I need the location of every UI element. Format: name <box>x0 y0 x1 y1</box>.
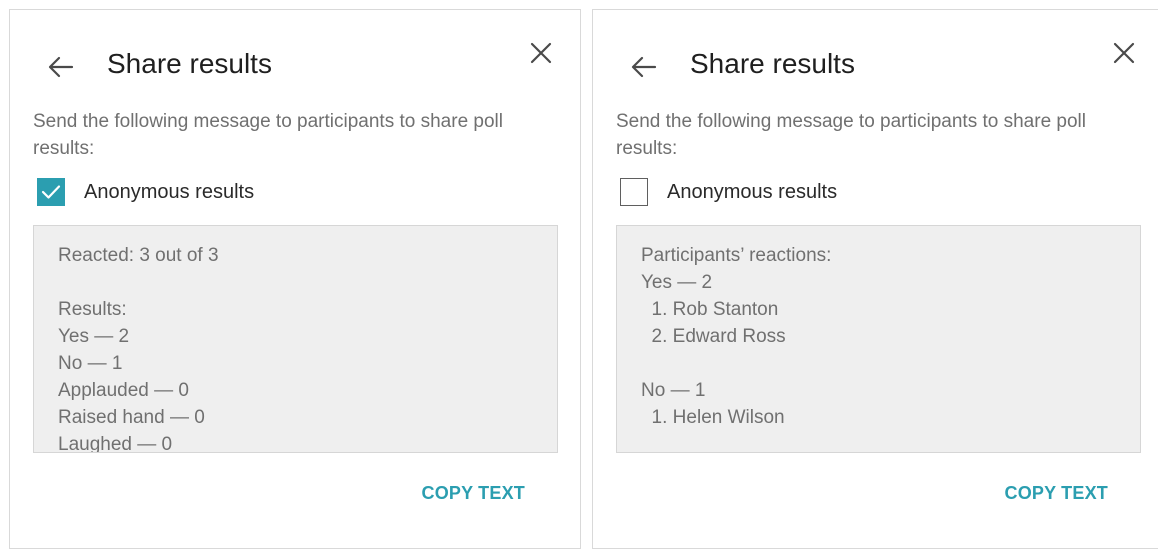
dialog-title: Share results <box>107 48 272 79</box>
message-line: Participants’ reactions: <box>641 245 832 266</box>
arrow-left-icon <box>48 56 74 78</box>
message-preview[interactable]: Reacted: 3 out of 3 Results: Yes — 2 No … <box>33 225 558 453</box>
back-button[interactable] <box>46 52 76 82</box>
share-results-dialog-anonymous: Share results Send the following message… <box>9 9 581 549</box>
message-line: Laughed — 0 <box>58 434 173 453</box>
share-results-dialog-named: Share results Send the following message… <box>592 9 1158 549</box>
message-line: No — 1 <box>641 380 706 401</box>
close-icon <box>1113 42 1135 64</box>
dialog-description: Send the following message to participan… <box>33 111 503 159</box>
copy-text-button[interactable]: COPY TEXT <box>1005 483 1109 504</box>
message-preview[interactable]: Participants’ reactions: Yes — 2 1. Rob … <box>616 225 1141 453</box>
message-line: Results: <box>58 299 127 320</box>
message-line: 1. Rob Stanton <box>641 299 779 320</box>
dialog-title: Share results <box>690 48 855 79</box>
copy-text-button[interactable]: COPY TEXT <box>422 483 526 504</box>
anonymous-results-label: Anonymous results <box>84 180 255 203</box>
back-button[interactable] <box>629 52 659 82</box>
anonymous-results-checkbox[interactable] <box>37 178 65 206</box>
message-line: 1. Helen Wilson <box>641 407 785 428</box>
message-line: Raised hand — 0 <box>58 407 205 428</box>
message-line: Reacted: 3 out of 3 <box>58 245 219 266</box>
message-line: Applauded — 0 <box>58 380 189 401</box>
message-line: Yes — 2 <box>58 326 130 347</box>
dialog-description: Send the following message to participan… <box>616 111 1086 159</box>
anonymous-results-label: Anonymous results <box>667 180 838 203</box>
message-line: No — 1 <box>58 353 123 374</box>
checkmark-icon <box>41 185 61 199</box>
close-button[interactable] <box>1111 40 1137 66</box>
message-line: Yes — 2 <box>641 272 713 293</box>
anonymous-results-checkbox[interactable] <box>620 178 648 206</box>
message-line: 2. Edward Ross <box>641 326 786 347</box>
close-icon <box>530 42 552 64</box>
message-line <box>641 350 1116 377</box>
screenshot-stage: Share results Send the following message… <box>0 0 1158 553</box>
anonymous-results-option[interactable]: Anonymous results <box>620 177 837 207</box>
close-button[interactable] <box>528 40 554 66</box>
arrow-left-icon <box>631 56 657 78</box>
message-line <box>58 269 533 296</box>
anonymous-results-option[interactable]: Anonymous results <box>37 177 254 207</box>
